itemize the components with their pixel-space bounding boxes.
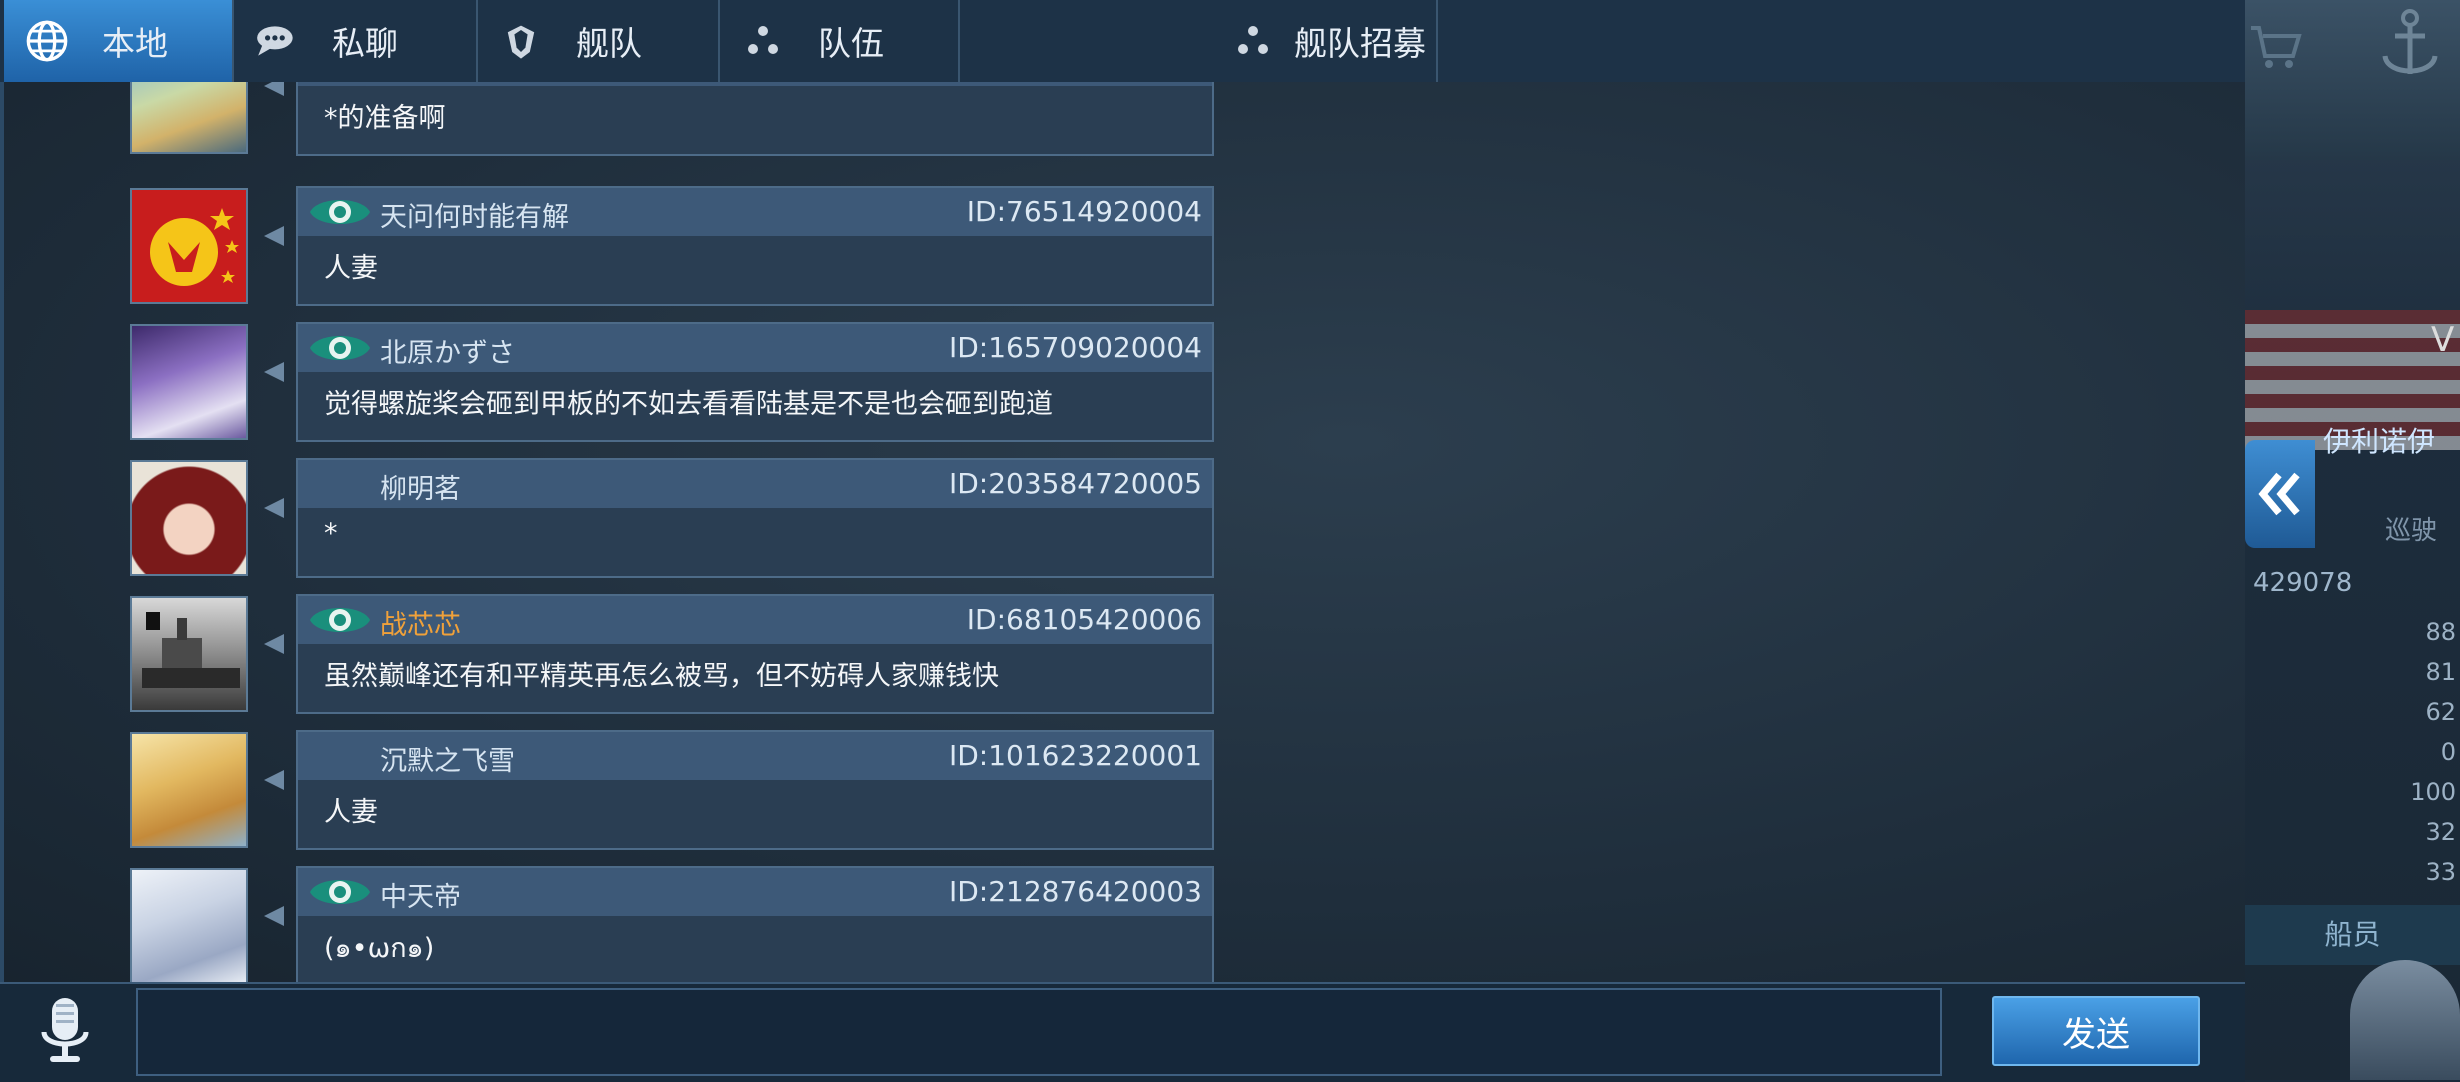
stat-row: 0: [2440, 738, 2456, 766]
chat-message: 柳明茗 ID:203584720005 *: [124, 458, 1224, 578]
message-header: 北原かずさ ID:165709020004: [298, 324, 1212, 372]
globe-icon: [24, 18, 70, 64]
rank-badge-icon: [310, 880, 370, 904]
chat-message: 战芯芯 ID:68105420006 虽然巅峰还有和平精英再怎么被骂，但不妨碍人…: [124, 594, 1224, 714]
shop-cart-icon[interactable]: [2245, 16, 2305, 76]
bubble-pointer: [264, 906, 284, 926]
bubble-pointer: [264, 498, 284, 518]
stat-row: 62: [2425, 698, 2456, 726]
user-id: ID:101623220001: [948, 739, 1202, 772]
avatar[interactable]: [130, 868, 248, 982]
chat-message: *的准备啊: [124, 82, 1224, 156]
message-header: 战芯芯 ID:68105420006: [298, 596, 1212, 644]
bubble-pointer: [264, 362, 284, 382]
chat-message-input[interactable]: [136, 988, 1942, 1076]
captain-avatar[interactable]: [2350, 960, 2460, 1080]
double-chevron-left-icon: [2258, 472, 2300, 516]
bubble-pointer: [264, 226, 284, 246]
avatar[interactable]: [130, 188, 248, 304]
team-icon: [740, 18, 786, 64]
panel-tab-right[interactable]: 巡驶: [2385, 510, 2437, 547]
chat-tab-bar: 本地 私聊 舰队 队伍 舰队招募: [0, 0, 2245, 84]
message-header: 沉默之飞雪 ID:101623220001: [298, 732, 1212, 780]
message-bubble: 战芯芯 ID:68105420006 虽然巅峰还有和平精英再怎么被骂，但不妨碍人…: [296, 594, 1214, 714]
rank-badge-icon: [310, 608, 370, 632]
message-bubble: 天问何时能有解 ID:76514920004 人妻: [296, 186, 1214, 306]
recruit-icon: [1230, 18, 1276, 64]
message-bubble: 中天帝 ID:212876420003 (๑•ωก๑): [296, 866, 1214, 982]
bubble-pointer: [264, 82, 284, 96]
avatar[interactable]: [130, 596, 248, 712]
chat-message-list[interactable]: *的准备啊 天问何时能有解 ID:76514920004 人妻 北原かずさ ID…: [0, 82, 2245, 982]
avatar[interactable]: [130, 82, 248, 154]
crew-button[interactable]: 船员: [2245, 905, 2460, 965]
voice-input-button[interactable]: [30, 994, 100, 1070]
tab-local-label: 本地: [102, 24, 168, 63]
tab-private[interactable]: 私聊: [234, 0, 478, 82]
stat-row: 32: [2425, 818, 2456, 846]
message-text: (๑•ωก๑): [324, 933, 435, 964]
chat-message: 沉默之飞雪 ID:101623220001 人妻: [124, 730, 1224, 850]
tab-fleet-recruit[interactable]: 舰队招募: [960, 0, 1438, 82]
message-text: 觉得螺旋桨会砸到甲板的不如去看看陆基是不是也会砸到跑道: [324, 389, 1053, 420]
chat-message: 天问何时能有解 ID:76514920004 人妻: [124, 186, 1224, 306]
tab-fleet-recruit-label: 舰队招募: [1294, 24, 1426, 63]
ship-name: 伊利诺伊: [2323, 425, 2436, 458]
user-id: ID:203584720005: [948, 467, 1202, 500]
tab-private-label: 私聊: [332, 24, 398, 63]
user-id: ID:76514920004: [966, 195, 1202, 228]
message-text: *: [324, 518, 338, 549]
username[interactable]: 天问何时能有解: [380, 195, 569, 234]
username[interactable]: 沉默之飞雪: [380, 739, 515, 778]
chat-message: 北原かずさ ID:165709020004 觉得螺旋桨会砸到甲板的不如去看看陆基…: [124, 322, 1224, 442]
message-header: 中天帝 ID:212876420003: [298, 868, 1212, 916]
username[interactable]: 柳明茗: [380, 467, 461, 506]
microphone-icon: [41, 998, 89, 1062]
message-header: [298, 82, 1212, 86]
username[interactable]: 北原かずさ: [380, 331, 515, 370]
message-header: 柳明茗 ID:203584720005: [298, 460, 1212, 508]
stat-row: 33: [2425, 858, 2456, 886]
rank-badge-icon: [310, 336, 370, 360]
player-id: 429078: [2253, 568, 2353, 598]
send-button[interactable]: 发送: [1992, 996, 2200, 1066]
fleet-icon: [498, 18, 544, 64]
message-bubble: 柳明茗 ID:203584720005 *: [296, 458, 1214, 578]
chat-message: 中天帝 ID:212876420003 (๑•ωก๑): [124, 866, 1224, 982]
chat-input-bar: 发送: [0, 982, 2245, 1082]
avatar[interactable]: [130, 732, 248, 848]
username[interactable]: 中天帝: [380, 875, 461, 914]
message-bubble: 北原かずさ ID:165709020004 觉得螺旋桨会砸到甲板的不如去看看陆基…: [296, 322, 1214, 442]
rank-badge-icon: [310, 200, 370, 224]
message-text: 虽然巅峰还有和平精英再怎么被骂，但不妨碍人家赚钱快: [324, 661, 999, 692]
tab-team[interactable]: 队伍: [720, 0, 960, 82]
anchor-icon[interactable]: [2375, 6, 2445, 86]
collapse-panel-button[interactable]: [2245, 440, 2315, 548]
avatar[interactable]: [130, 324, 248, 440]
message-bubble: 沉默之飞雪 ID:101623220001 人妻: [296, 730, 1214, 850]
stat-row: 88: [2425, 618, 2456, 646]
username[interactable]: 战芯芯: [380, 603, 461, 642]
stat-row: 100: [2410, 778, 2456, 806]
user-id: ID:212876420003: [948, 875, 1202, 908]
tab-team-label: 队伍: [818, 24, 884, 63]
message-bubble: *的准备啊: [296, 82, 1214, 156]
message-text: 人妻: [324, 797, 378, 828]
message-text: *的准备啊: [324, 103, 446, 134]
message-text: 人妻: [324, 253, 378, 284]
tab-fleet-label: 舰队: [576, 24, 642, 63]
message-header: 天问何时能有解 ID:76514920004: [298, 188, 1212, 236]
chat-bubble-icon: [254, 18, 300, 64]
bubble-pointer: [264, 634, 284, 654]
tab-fleet[interactable]: 舰队: [478, 0, 720, 82]
stat-row: 81: [2425, 658, 2456, 686]
avatar[interactable]: [130, 460, 248, 576]
user-id: ID:68105420006: [966, 603, 1202, 636]
bubble-pointer: [264, 770, 284, 790]
tab-local[interactable]: 本地: [4, 0, 234, 82]
user-id: ID:165709020004: [948, 331, 1202, 364]
ship-tier: V: [2431, 320, 2455, 360]
